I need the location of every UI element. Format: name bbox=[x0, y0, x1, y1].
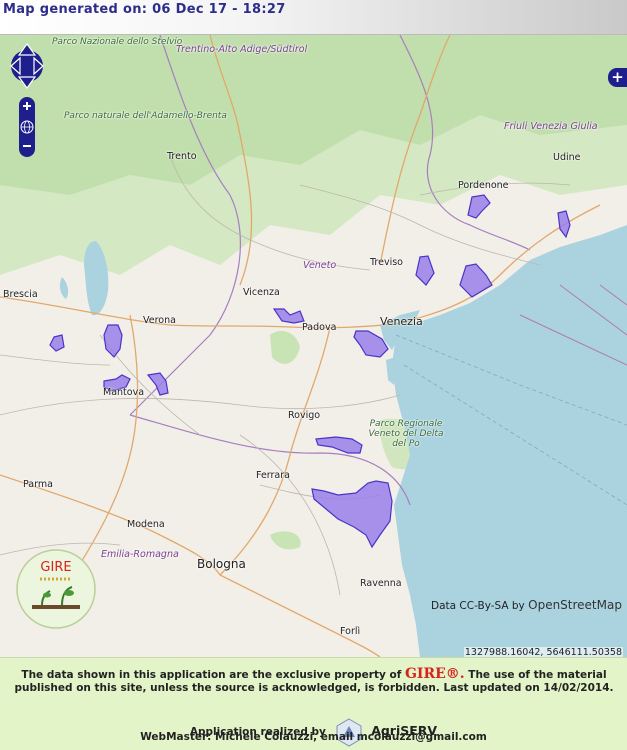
map-viewport[interactable]: Parco Nazionale dello Stelvio Trentino-A… bbox=[0, 35, 627, 657]
attribution-prefix: Data CC-By-SA by bbox=[431, 600, 525, 612]
label-parco-adamello: Parco naturale dell'Adamello-Brenta bbox=[64, 111, 227, 121]
label-parma: Parma bbox=[23, 479, 53, 490]
label-vicenza: Vicenza bbox=[243, 287, 280, 298]
map-generated-title: Map generated on: 06 Dec 17 - 18:27 bbox=[3, 2, 286, 17]
gire-logo-text: GIRE bbox=[40, 560, 71, 575]
pan-zoom-control bbox=[8, 41, 46, 161]
minus-icon[interactable] bbox=[23, 145, 31, 147]
label-friuli: Friuli Venezia Giulia bbox=[504, 121, 598, 132]
map-header: Map generated on: 06 Dec 17 - 18:27 bbox=[0, 0, 627, 35]
label-rovigo: Rovigo bbox=[288, 410, 321, 421]
footer: The data shown in this application are t… bbox=[0, 657, 627, 750]
notice-text-1: The data shown in this application are t… bbox=[21, 669, 402, 681]
webmaster-contact: WebMaster: Michele Colauzzi, email mcola… bbox=[140, 731, 487, 743]
label-emilia-romagna: Emilia-Romagna bbox=[101, 549, 179, 560]
layer-switcher-button[interactable]: + bbox=[608, 68, 627, 87]
label-trentino: Trentino-Alto Adige/Südtirol bbox=[176, 44, 308, 55]
label-parco-stelvio: Parco Nazionale dello Stelvio bbox=[52, 37, 183, 47]
label-veneto: Veneto bbox=[303, 260, 337, 271]
label-modena: Modena bbox=[127, 519, 165, 530]
label-venezia: Venezia bbox=[380, 315, 423, 328]
label-forli: Forlì bbox=[340, 626, 361, 637]
label-ferrara: Ferrara bbox=[256, 470, 290, 481]
map-attribution: Data CC-By-SA by OpenStreetMap bbox=[431, 598, 622, 612]
label-trento: Trento bbox=[167, 151, 197, 162]
gire-brand: GIRE®. bbox=[404, 666, 465, 682]
label-mantova: Mantova bbox=[103, 387, 145, 398]
mouse-position-readout: 1327988.16042, 5646111.50358 bbox=[463, 647, 623, 657]
label-pordenone: Pordenone bbox=[458, 180, 509, 191]
label-udine: Udine bbox=[553, 152, 581, 163]
copyright-notice: The data shown in this application are t… bbox=[4, 666, 624, 695]
label-parco-delta: Parco Regionale Veneto del Delta del Po bbox=[368, 419, 444, 449]
arrow-up-icon[interactable] bbox=[17, 42, 37, 56]
label-bologna: Bologna bbox=[197, 557, 246, 571]
label-verona: Verona bbox=[143, 315, 176, 326]
arrow-down-icon[interactable] bbox=[17, 76, 37, 90]
openstreetmap-link[interactable]: OpenStreetMap bbox=[528, 598, 622, 612]
gire-logo: GIRE bbox=[16, 549, 96, 629]
label-treviso: Treviso bbox=[370, 257, 403, 268]
label-padova: Padova bbox=[302, 322, 337, 333]
label-ravenna: Ravenna bbox=[360, 578, 402, 589]
label-brescia: Brescia bbox=[3, 289, 38, 300]
